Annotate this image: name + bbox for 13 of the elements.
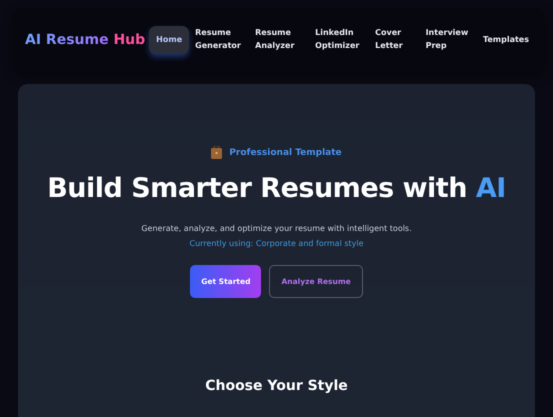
section-title: Choose Your Style	[205, 378, 348, 394]
nav-link[interactable]: Interview Prep	[420, 23, 477, 57]
nav-link[interactable]: Cover Letter	[369, 23, 420, 57]
briefcase-icon	[211, 146, 222, 159]
nav-link[interactable]: Resume Generator	[189, 23, 250, 57]
nav-link[interactable]: Resume Analyzer	[249, 23, 310, 57]
hero-subtitle: Generate, analyze, and optimize your resume with intelligent tools.	[141, 224, 412, 233]
nav-link[interactable]: Home	[149, 26, 190, 54]
template-label: Professional Template	[229, 148, 342, 158]
current-style-text: Currently using: Corporate and formal style	[189, 239, 364, 248]
nav-link[interactable]: LinkedIn Optimizer	[309, 23, 370, 57]
nav-link[interactable]: Templates	[476, 30, 535, 50]
hero-title: Build Smarter Resumes with AI	[47, 173, 506, 204]
